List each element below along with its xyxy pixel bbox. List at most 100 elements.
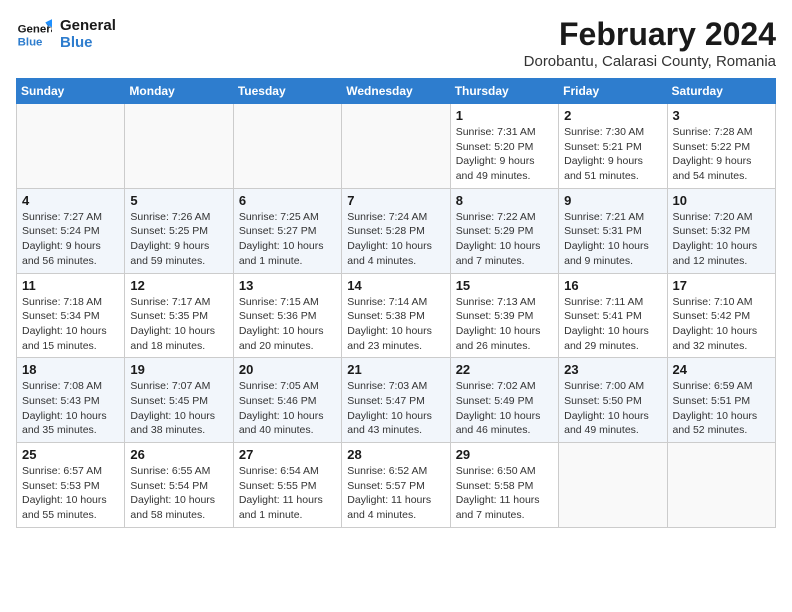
calendar-cell bbox=[17, 104, 125, 189]
day-number: 4 bbox=[22, 193, 119, 208]
day-detail: Sunrise: 7:18 AMSunset: 5:34 PMDaylight:… bbox=[22, 295, 119, 354]
day-detail: Sunrise: 7:22 AMSunset: 5:29 PMDaylight:… bbox=[456, 210, 553, 269]
day-detail: Sunrise: 7:11 AMSunset: 5:41 PMDaylight:… bbox=[564, 295, 661, 354]
calendar-week-row: 25Sunrise: 6:57 AMSunset: 5:53 PMDayligh… bbox=[17, 443, 776, 528]
day-detail: Sunrise: 7:28 AMSunset: 5:22 PMDaylight:… bbox=[673, 125, 770, 184]
calendar-cell bbox=[125, 104, 233, 189]
day-number: 12 bbox=[130, 278, 227, 293]
day-detail: Sunrise: 7:03 AMSunset: 5:47 PMDaylight:… bbox=[347, 379, 444, 438]
day-detail: Sunrise: 6:50 AMSunset: 5:58 PMDaylight:… bbox=[456, 464, 553, 523]
weekday-header: Monday bbox=[125, 79, 233, 104]
calendar-week-row: 18 Sunrise: 7:08 AMSunset: 5:43 PMDayligh… bbox=[17, 358, 776, 443]
day-number: 1 bbox=[456, 108, 553, 123]
calendar-cell: 20 Sunrise: 7:05 AMSunset: 5:46 PMDayligh… bbox=[233, 358, 341, 443]
day-number: 28 bbox=[347, 447, 444, 462]
day-detail: Sunrise: 7:10 AMSunset: 5:42 PMDaylight:… bbox=[673, 295, 770, 354]
day-number: 27 bbox=[239, 447, 336, 462]
calendar-cell bbox=[559, 443, 667, 528]
svg-text:General: General bbox=[18, 23, 52, 35]
day-detail: Sunrise: 7:02 AMSunset: 5:49 PMDaylight:… bbox=[456, 379, 553, 438]
calendar-cell: 3 Sunrise: 7:28 AMSunset: 5:22 PMDaylight… bbox=[667, 104, 775, 189]
day-detail: Sunrise: 7:05 AMSunset: 5:46 PMDaylight:… bbox=[239, 379, 336, 438]
title-block: February 2024 Dorobantu, Calarasi County… bbox=[524, 16, 776, 70]
day-number: 17 bbox=[673, 278, 770, 293]
calendar-cell: 17 Sunrise: 7:10 AMSunset: 5:42 PMDayligh… bbox=[667, 273, 775, 358]
calendar-cell: 13 Sunrise: 7:15 AMSunset: 5:36 PMDayligh… bbox=[233, 273, 341, 358]
day-number: 14 bbox=[347, 278, 444, 293]
calendar-cell: 1 Sunrise: 7:31 AMSunset: 5:20 PMDaylight… bbox=[450, 104, 558, 189]
day-number: 16 bbox=[564, 278, 661, 293]
calendar-cell: 11 Sunrise: 7:18 AMSunset: 5:34 PMDayligh… bbox=[17, 273, 125, 358]
day-detail: Sunrise: 7:07 AMSunset: 5:45 PMDaylight:… bbox=[130, 379, 227, 438]
day-detail: Sunrise: 7:00 AMSunset: 5:50 PMDaylight:… bbox=[564, 379, 661, 438]
day-detail: Sunrise: 7:27 AMSunset: 5:24 PMDaylight:… bbox=[22, 210, 119, 269]
calendar-cell: 9 Sunrise: 7:21 AMSunset: 5:31 PMDaylight… bbox=[559, 188, 667, 273]
calendar-table: SundayMondayTuesdayWednesdayThursdayFrid… bbox=[16, 78, 776, 528]
day-detail: Sunrise: 7:15 AMSunset: 5:36 PMDaylight:… bbox=[239, 295, 336, 354]
day-detail: Sunrise: 7:20 AMSunset: 5:32 PMDaylight:… bbox=[673, 210, 770, 269]
calendar-cell: 10 Sunrise: 7:20 AMSunset: 5:32 PMDayligh… bbox=[667, 188, 775, 273]
day-detail: Sunrise: 7:14 AMSunset: 5:38 PMDaylight:… bbox=[347, 295, 444, 354]
page-header: General Blue General Blue February 2024 … bbox=[16, 16, 776, 70]
weekday-header: Sunday bbox=[17, 79, 125, 104]
day-number: 19 bbox=[130, 362, 227, 377]
calendar-cell: 22Sunrise: 7:02 AMSunset: 5:49 PMDayligh… bbox=[450, 358, 558, 443]
day-number: 26 bbox=[130, 447, 227, 462]
day-number: 18 bbox=[22, 362, 119, 377]
calendar-cell: 26Sunrise: 6:55 AMSunset: 5:54 PMDayligh… bbox=[125, 443, 233, 528]
weekday-header: Saturday bbox=[667, 79, 775, 104]
logo: General Blue General Blue bbox=[16, 16, 116, 52]
calendar-cell: 6Sunrise: 7:25 AMSunset: 5:27 PMDaylight… bbox=[233, 188, 341, 273]
calendar-cell: 29 Sunrise: 6:50 AMSunset: 5:58 PMDayligh… bbox=[450, 443, 558, 528]
calendar-cell: 8Sunrise: 7:22 AMSunset: 5:29 PMDaylight… bbox=[450, 188, 558, 273]
day-detail: Sunrise: 7:25 AMSunset: 5:27 PMDaylight:… bbox=[239, 210, 336, 269]
day-detail: Sunrise: 6:59 AMSunset: 5:51 PMDaylight:… bbox=[673, 379, 770, 438]
day-detail: Sunrise: 7:26 AMSunset: 5:25 PMDaylight:… bbox=[130, 210, 227, 269]
day-detail: Sunrise: 7:17 AMSunset: 5:35 PMDaylight:… bbox=[130, 295, 227, 354]
logo-icon: General Blue bbox=[16, 16, 52, 52]
day-detail: Sunrise: 7:08 AMSunset: 5:43 PMDaylight:… bbox=[22, 379, 119, 438]
calendar-cell: 7 Sunrise: 7:24 AMSunset: 5:28 PMDaylight… bbox=[342, 188, 450, 273]
calendar-cell: 5Sunrise: 7:26 AMSunset: 5:25 PMDaylight… bbox=[125, 188, 233, 273]
calendar-cell: 23 Sunrise: 7:00 AMSunset: 5:50 PMDayligh… bbox=[559, 358, 667, 443]
day-detail: Sunrise: 7:30 AMSunset: 5:21 PMDaylight:… bbox=[564, 125, 661, 184]
day-number: 11 bbox=[22, 278, 119, 293]
calendar-cell bbox=[667, 443, 775, 528]
day-number: 7 bbox=[347, 193, 444, 208]
day-number: 24 bbox=[673, 362, 770, 377]
weekday-header: Wednesday bbox=[342, 79, 450, 104]
calendar-cell: 16 Sunrise: 7:11 AMSunset: 5:41 PMDayligh… bbox=[559, 273, 667, 358]
day-number: 9 bbox=[564, 193, 661, 208]
svg-text:Blue: Blue bbox=[18, 36, 43, 48]
day-number: 3 bbox=[673, 108, 770, 123]
weekday-header: Tuesday bbox=[233, 79, 341, 104]
day-number: 20 bbox=[239, 362, 336, 377]
logo-general: General bbox=[60, 17, 116, 34]
day-detail: Sunrise: 6:52 AMSunset: 5:57 PMDaylight:… bbox=[347, 464, 444, 523]
day-number: 13 bbox=[239, 278, 336, 293]
calendar-week-row: 4 Sunrise: 7:27 AMSunset: 5:24 PMDaylight… bbox=[17, 188, 776, 273]
calendar-header-row: SundayMondayTuesdayWednesdayThursdayFrid… bbox=[17, 79, 776, 104]
calendar-cell: 2Sunrise: 7:30 AMSunset: 5:21 PMDaylight… bbox=[559, 104, 667, 189]
calendar-cell bbox=[233, 104, 341, 189]
day-detail: Sunrise: 7:24 AMSunset: 5:28 PMDaylight:… bbox=[347, 210, 444, 269]
day-number: 10 bbox=[673, 193, 770, 208]
day-detail: Sunrise: 7:31 AMSunset: 5:20 PMDaylight:… bbox=[456, 125, 553, 184]
day-detail: Sunrise: 7:21 AMSunset: 5:31 PMDaylight:… bbox=[564, 210, 661, 269]
day-detail: Sunrise: 7:13 AMSunset: 5:39 PMDaylight:… bbox=[456, 295, 553, 354]
day-number: 29 bbox=[456, 447, 553, 462]
weekday-header: Thursday bbox=[450, 79, 558, 104]
calendar-cell: 4 Sunrise: 7:27 AMSunset: 5:24 PMDaylight… bbox=[17, 188, 125, 273]
calendar-cell: 24 Sunrise: 6:59 AMSunset: 5:51 PMDayligh… bbox=[667, 358, 775, 443]
calendar-cell: 19 Sunrise: 7:07 AMSunset: 5:45 PMDayligh… bbox=[125, 358, 233, 443]
calendar-cell bbox=[342, 104, 450, 189]
calendar-week-row: 1 Sunrise: 7:31 AMSunset: 5:20 PMDaylight… bbox=[17, 104, 776, 189]
day-detail: Sunrise: 6:54 AMSunset: 5:55 PMDaylight:… bbox=[239, 464, 336, 523]
calendar-week-row: 11 Sunrise: 7:18 AMSunset: 5:34 PMDayligh… bbox=[17, 273, 776, 358]
calendar-cell: 15 Sunrise: 7:13 AMSunset: 5:39 PMDayligh… bbox=[450, 273, 558, 358]
day-number: 23 bbox=[564, 362, 661, 377]
subtitle: Dorobantu, Calarasi County, Romania bbox=[524, 53, 776, 70]
calendar-cell: 28 Sunrise: 6:52 AMSunset: 5:57 PMDayligh… bbox=[342, 443, 450, 528]
day-number: 15 bbox=[456, 278, 553, 293]
day-number: 25 bbox=[22, 447, 119, 462]
